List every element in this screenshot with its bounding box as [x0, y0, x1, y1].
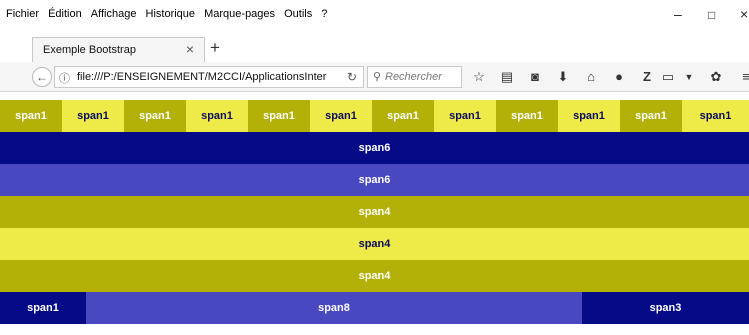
search-placeholder: Rechercher: [385, 71, 442, 83]
row-span1: span1 span1 span1 span1 span1 span1 span1 span1…: [0, 100, 749, 132]
cell-span1-navy: span1: [0, 292, 86, 324]
zotero-icon[interactable]: Z: [639, 69, 655, 84]
cell-span1-6: span1: [310, 100, 372, 132]
tab-strip: Exemple Bootstrap ×: [0, 30, 749, 62]
cell-span1-2: span1: [62, 100, 124, 132]
row-span4-olive-1: span4: [0, 196, 749, 228]
menu-affichage[interactable]: Affichage: [91, 8, 137, 20]
extension-icon[interactable]: ✿: [708, 69, 724, 85]
tab-exemple-bootstrap[interactable]: Exemple Bootstrap ×: [32, 37, 205, 62]
cell-span6-blue: span6: [0, 164, 749, 196]
cell-span1-11: span1: [620, 100, 682, 132]
cell-span1-4: span1: [186, 100, 248, 132]
cell-span1-8: span1: [434, 100, 496, 132]
back-arrow-icon: ←: [36, 70, 48, 84]
close-window-button[interactable]: ×: [740, 6, 748, 22]
page-icon[interactable]: ▭: [660, 69, 676, 85]
cell-span1-3: span1: [124, 100, 186, 132]
menu-marque-pages[interactable]: Marque-pages: [204, 8, 275, 20]
cell-span1-10: span1: [558, 100, 620, 132]
cell-span4-olive: span4: [0, 196, 749, 228]
dropdown-arrow-icon[interactable]: ▼: [681, 72, 697, 82]
menu-edition[interactable]: Édition: [48, 8, 82, 20]
menu-historique[interactable]: Historique: [146, 8, 196, 20]
search-input[interactable]: ⚲ Rechercher: [367, 66, 462, 88]
cell-span1-9: span1: [496, 100, 558, 132]
pocket-icon[interactable]: ◙: [527, 69, 543, 84]
back-button[interactable]: ←: [32, 67, 52, 87]
tab-title: Exemple Bootstrap: [43, 44, 136, 56]
cell-span1-5: span1: [248, 100, 310, 132]
cell-span4-yellow: span4: [0, 228, 749, 260]
cell-span1-12: span1: [682, 100, 749, 132]
navigation-toolbar: ← ⓘ file:///P:/ENSEIGNEMENT/M2CCI/Applic…: [0, 62, 749, 92]
reading-list-icon[interactable]: ▤: [499, 69, 515, 85]
new-tab-button[interactable]: +: [210, 38, 220, 58]
home-icon[interactable]: ⌂: [583, 69, 599, 84]
cell-span1-1: span1: [0, 100, 62, 132]
cell-span4-olive: span4: [0, 260, 749, 292]
row-mixed: span1 span8 span3: [0, 292, 749, 324]
bookmark-star-icon[interactable]: ☆: [471, 69, 487, 85]
info-icon[interactable]: ⓘ: [59, 70, 70, 86]
cell-span6-navy: span6: [0, 132, 749, 164]
menu-outils[interactable]: Outils: [284, 8, 312, 20]
reload-icon[interactable]: ↻: [347, 70, 357, 84]
cell-span3-navy: span3: [582, 292, 749, 324]
menu-icon[interactable]: ≡: [738, 69, 749, 84]
cell-span8-blue: span8: [86, 292, 582, 324]
close-tab-icon[interactable]: ×: [186, 41, 194, 57]
row-span6-blue: span6: [0, 164, 749, 196]
row-span6-dark: span6: [0, 132, 749, 164]
row-span4-olive-2: span4: [0, 260, 749, 292]
maximize-button[interactable]: □: [708, 8, 715, 22]
menu-bar: Fichier Édition Affichage Historique Mar…: [0, 0, 749, 30]
menu-fichier[interactable]: Fichier: [6, 8, 39, 20]
minimize-button[interactable]: –: [674, 6, 682, 22]
row-span4-yellow: span4: [0, 228, 749, 260]
cell-span1-7: span1: [372, 100, 434, 132]
menu-aide[interactable]: ?: [321, 8, 327, 20]
bootstrap-grid: span1 span1 span1 span1 span1 span1 span1 span1…: [0, 100, 749, 324]
url-bar[interactable]: ⓘ file:///P:/ENSEIGNEMENT/M2CCI/Applicat…: [54, 66, 364, 88]
adblock-icon[interactable]: ●: [611, 69, 627, 84]
download-icon[interactable]: ⬇: [555, 69, 571, 85]
url-text: file:///P:/ENSEIGNEMENT/M2CCI/Applicatio…: [77, 71, 327, 83]
search-icon: ⚲: [373, 71, 382, 83]
